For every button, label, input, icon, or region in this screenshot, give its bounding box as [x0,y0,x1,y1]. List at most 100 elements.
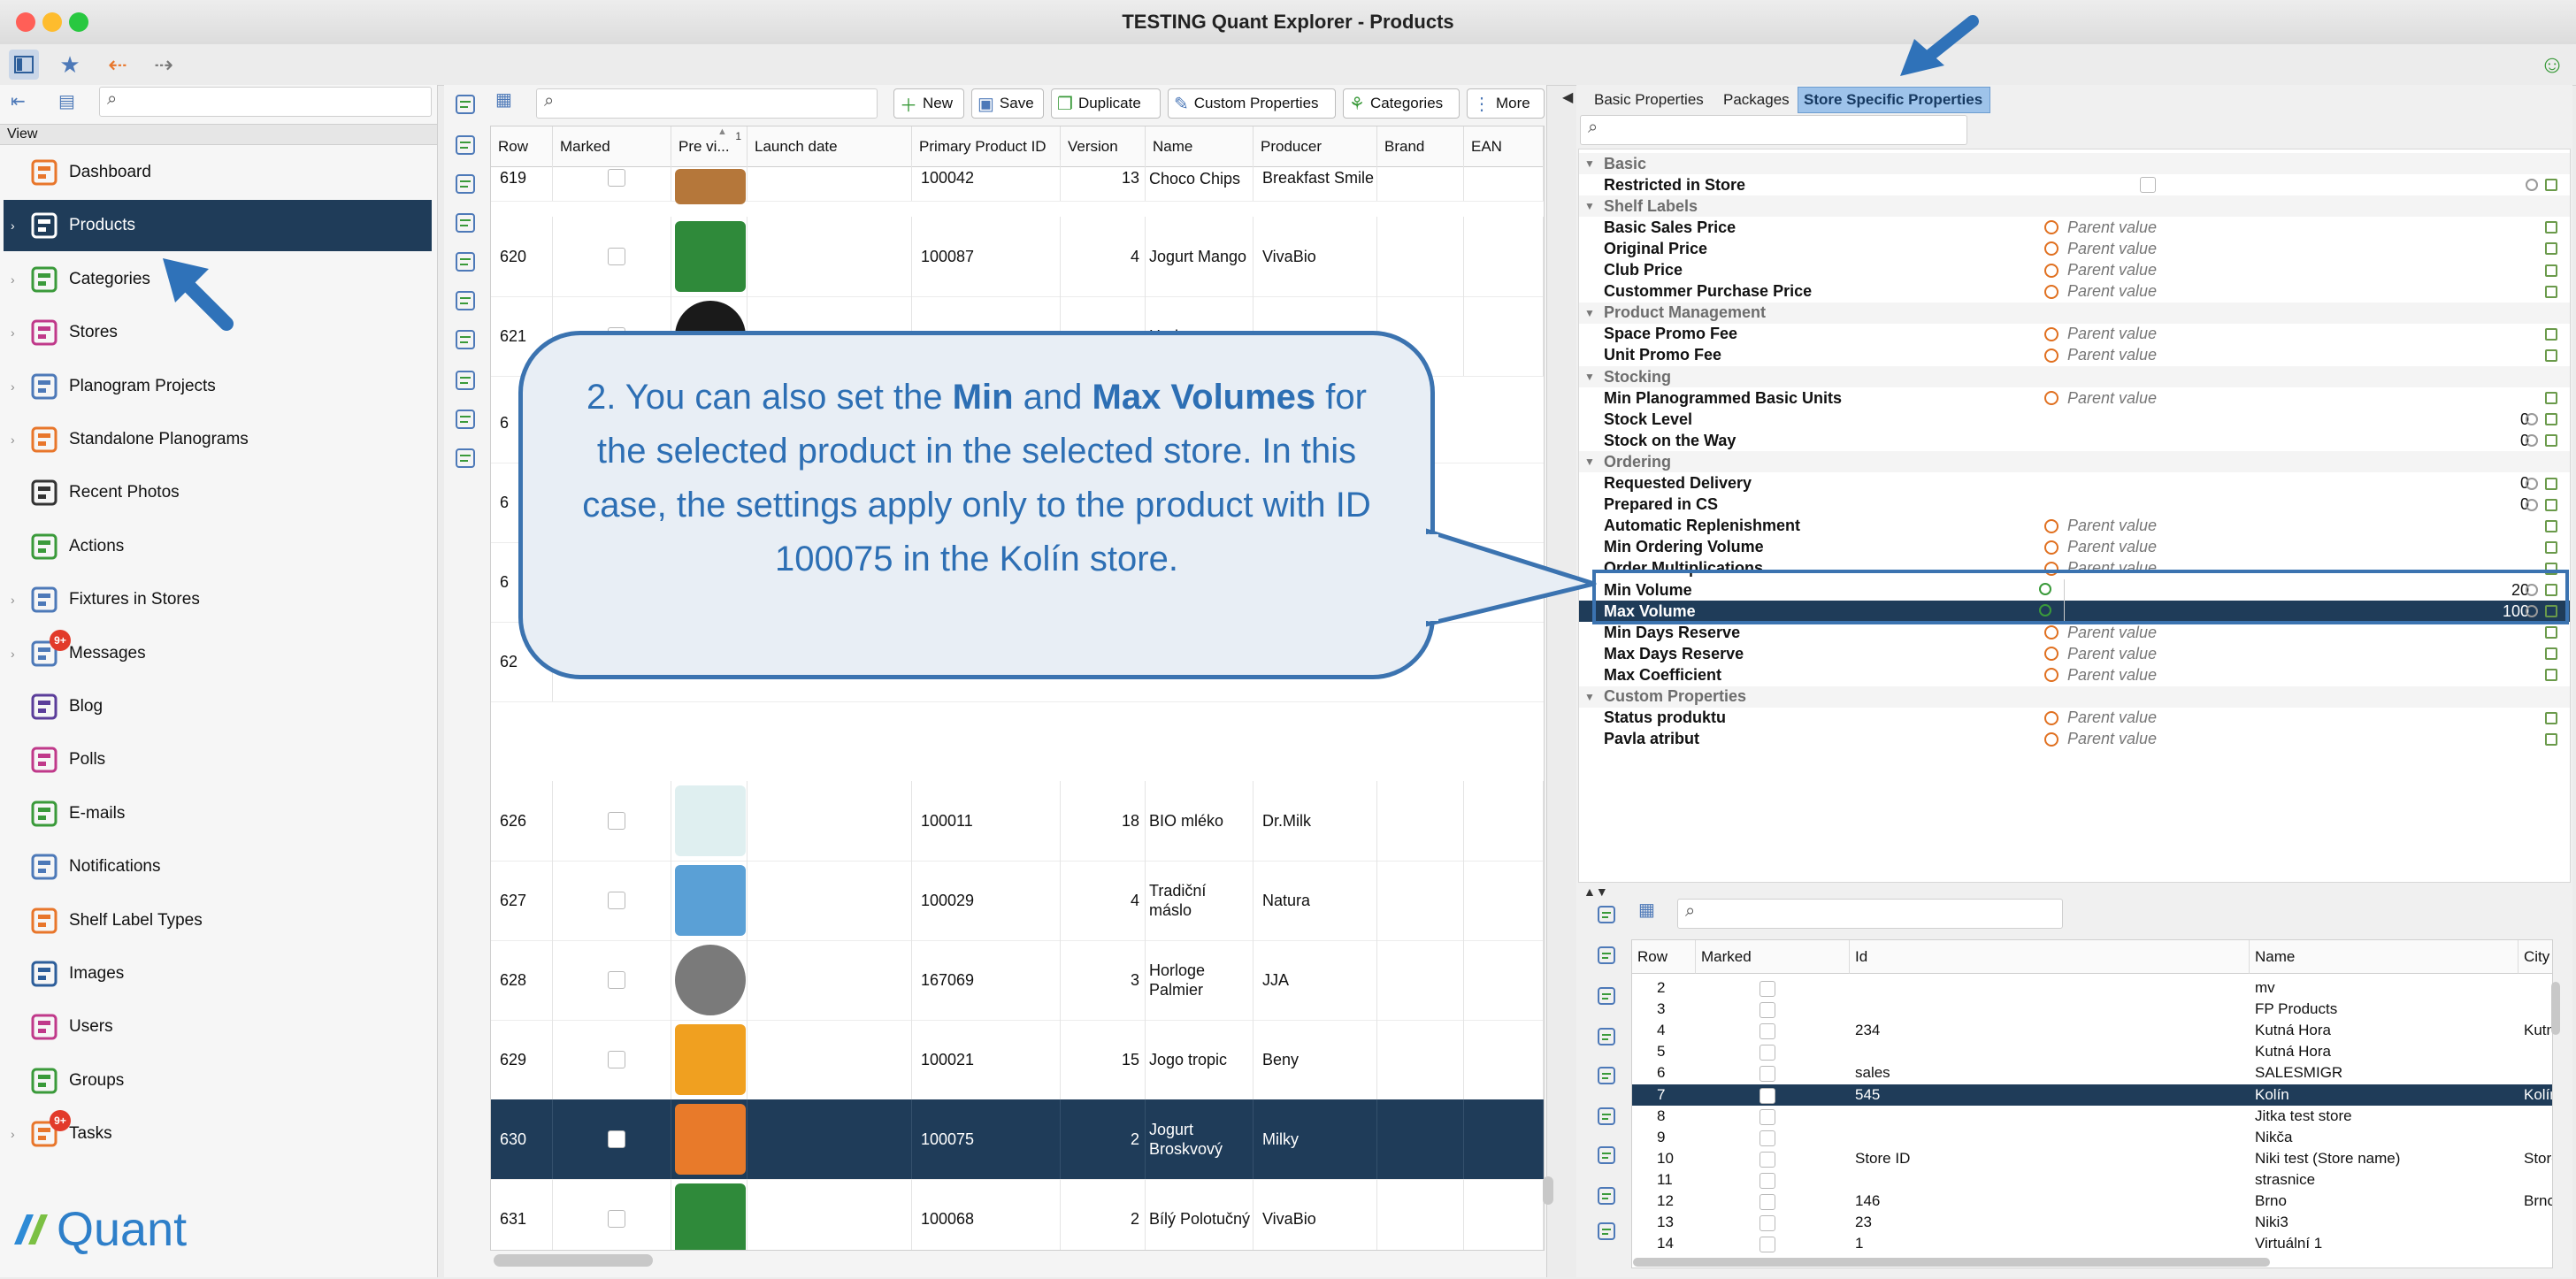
checklist-icon[interactable] [449,88,481,120]
store-marked-checkbox[interactable] [1760,1108,1775,1125]
back-arrow-icon[interactable]: ⇠ [103,50,133,80]
copy-icon[interactable] [1591,939,1622,971]
document-icon[interactable] [449,246,481,278]
edit-property-icon[interactable] [2545,498,2557,511]
sidebar-item-images[interactable]: Images [4,948,432,999]
store-marked-checkbox[interactable] [1760,1172,1775,1189]
table-options-icon[interactable]: ▦ [495,88,522,117]
forward-arrow-icon[interactable]: ⇢ [149,50,179,80]
tab-store-specific-properties[interactable]: Store Specific Properties [1798,87,1990,113]
edit-property-icon[interactable] [2545,732,2557,746]
chevron-right-icon[interactable]: › [11,1127,15,1141]
edit-property-icon[interactable] [2545,264,2557,277]
copy-icon[interactable] [449,129,481,161]
store-marked-checkbox[interactable] [1760,1045,1775,1061]
chevron-right-icon[interactable]: › [11,593,15,607]
marked-checkbox[interactable] [607,892,625,909]
stores-vertical-scrollbar[interactable] [2551,982,2560,1035]
chevron-right-icon[interactable]: › [11,433,15,447]
marked-checkbox[interactable] [607,971,625,989]
table-row[interactable]: 620 100087 4 Jogurt Mango VivaBio [491,217,1544,297]
properties-search-input[interactable]: ⌕ [1580,115,1967,145]
store-row[interactable]: 12 146 Brno Brno [1632,1191,2552,1212]
collapse-tree-icon[interactable]: ⇤ [11,90,35,115]
store-row[interactable]: 10 Store ID Niki test (Store name) Store C [1632,1148,2552,1169]
save-button[interactable]: ▣ Save [971,88,1044,119]
sidebar-item-dashboard[interactable]: Dashboard [4,147,432,198]
store-row[interactable]: 14 1 Virtuální 1 [1632,1233,2552,1254]
marked-checkbox[interactable] [607,1210,625,1228]
document-icon[interactable] [1591,1060,1622,1091]
property-unit-promo-fee[interactable]: Unit Promo Fee Parent value [1579,345,2570,366]
more-horizontal-icon[interactable] [1591,1215,1622,1247]
tab-packages[interactable]: Packages [1718,87,1796,113]
property-status-produktu[interactable]: Status produktu Parent value [1579,708,2570,729]
xo-grid-icon[interactable] [1591,1100,1622,1132]
store-row[interactable]: 9 Nikča [1632,1127,2552,1148]
stores-table-options-icon[interactable]: ▦ [1638,899,1665,927]
sidebar-item-notifications[interactable]: Notifications [4,841,432,892]
marked-checkbox[interactable] [607,169,625,187]
edit-property-icon[interactable] [2545,242,2557,256]
collapse-left-icon[interactable]: ◀ [1562,88,1573,106]
edit-property-icon[interactable] [2545,392,2557,405]
edit-property-icon[interactable] [2545,540,2557,554]
table-row[interactable]: 628 167069 3 Horloge Palmier JJA [491,940,1544,1021]
reset-icon[interactable] [2526,179,2538,192]
sidebar-item-messages[interactable]: › Messages 9+ [4,628,432,679]
chevron-right-icon[interactable]: › [11,647,15,661]
reset-icon[interactable] [2526,434,2538,448]
stores-header-row[interactable]: Row [1632,940,1696,974]
tab-basic-properties[interactable]: Basic Properties [1589,87,1716,113]
store-marked-checkbox[interactable] [1760,1194,1775,1210]
chevron-down-icon[interactable]: ▼ [1584,157,1595,170]
more-button[interactable]: ⋮ More [1467,88,1545,119]
table-row[interactable]: 619 100042 13 Choco Chips Breakfast Smile [491,160,1544,204]
import-icon[interactable] [449,403,481,435]
products-search-input[interactable]: ⌕ [536,88,878,119]
table-row[interactable]: 629 100021 15 Jogo tropic Beny [491,1020,1544,1100]
chevron-down-icon[interactable]: ▼ [1584,691,1595,703]
xo-grid-icon[interactable] [449,285,481,317]
sidebar-item-groups[interactable]: Groups [4,1055,432,1107]
sidebar-item-actions[interactable]: Actions [4,521,432,572]
stores-horizontal-scrollbar[interactable] [1633,1258,2270,1267]
edit-property-icon[interactable] [2545,711,2557,724]
store-row[interactable]: 7 545 Kolín Kolín [1632,1084,2552,1106]
property-club-price[interactable]: Club Price Parent value [1579,260,2570,281]
sidebar-item-tasks[interactable]: › Tasks 9+ [4,1108,432,1160]
edit-property-icon[interactable] [2545,477,2557,490]
csv-icon[interactable] [1591,1180,1622,1212]
edit-property-icon[interactable] [2545,434,2557,448]
sidebar-item-polls[interactable]: Polls [4,734,432,785]
flag-icon[interactable] [449,207,481,239]
csv-icon[interactable] [449,364,481,396]
horizontal-scrollbar[interactable] [494,1254,653,1267]
store-marked-checkbox[interactable] [1760,1237,1775,1253]
store-row[interactable]: 6 sales SALESMIGR [1632,1062,2552,1084]
store-row[interactable]: 8 Jitka test store [1632,1106,2552,1127]
sidebar-item-planogram-projects[interactable]: › Planogram Projects [4,361,432,412]
reset-icon[interactable] [2526,413,2538,426]
property-automatic-replenishment[interactable]: Automatic Replenishment Parent value [1579,516,2570,537]
edit-property-icon[interactable] [2545,519,2557,532]
store-row[interactable]: 5 Kutná Hora [1632,1041,2552,1062]
chevron-right-icon[interactable]: › [11,218,15,233]
stores-header-city[interactable]: City [2518,940,2552,974]
categories-button[interactable]: ⚘ Categories [1343,88,1460,119]
edit-property-icon[interactable] [2545,348,2557,362]
sidebar-item-shelf-label-types[interactable]: Shelf Label Types [4,895,432,946]
help-icon[interactable] [1591,980,1622,1012]
property-stock-level[interactable]: Stock Level 0 [1579,409,2570,430]
help-icon[interactable] [449,168,481,200]
store-marked-checkbox[interactable] [1760,981,1775,997]
sidebar-search-input[interactable]: ⌕ [99,87,432,117]
store-marked-checkbox[interactable] [1760,1215,1775,1232]
favorites-star-icon[interactable]: ★ [55,50,85,80]
reset-icon[interactable] [2526,477,2538,490]
property-max-coefficient[interactable]: Max Coefficient Parent value [1579,664,2570,685]
split-resize-icon[interactable]: ▲▼ [1583,885,1608,899]
store-row[interactable]: 4 234 Kutná Hora Kutná H [1632,1020,2552,1041]
chevron-right-icon[interactable]: › [11,272,15,287]
property-requested-delivery[interactable]: Requested Delivery 0 [1579,473,2570,494]
